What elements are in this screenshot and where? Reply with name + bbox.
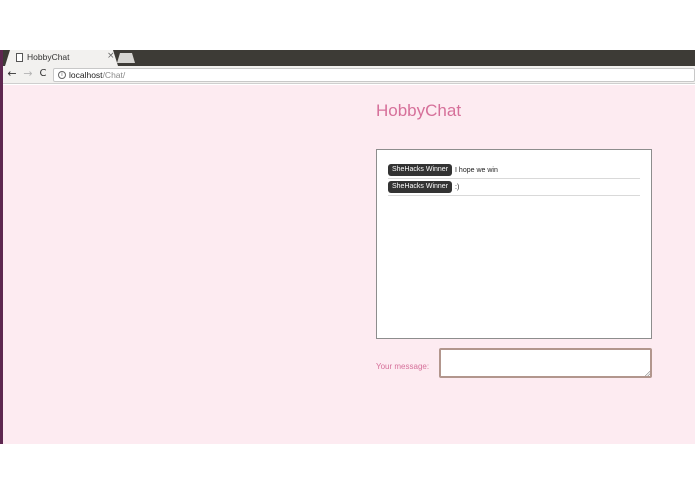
chat-log[interactable]: SheHacks Winner I hope we win SheHacks W… [376, 149, 652, 339]
url-text: localhost/Chat/ [69, 70, 125, 80]
url-path: /Chat/ [102, 70, 126, 80]
user-badge: SheHacks Winner [388, 181, 453, 193]
chat-message: SheHacks Winner :) [388, 179, 640, 196]
forward-arrow-icon[interactable]: → [22, 67, 34, 81]
tab-title: HobbyChat [27, 52, 70, 62]
url-host: localhost [69, 70, 103, 80]
message-input[interactable] [439, 348, 652, 378]
page-icon [16, 53, 23, 62]
reload-icon[interactable]: C [37, 67, 49, 81]
back-arrow-icon[interactable]: ← [6, 67, 18, 81]
info-icon[interactable]: i [58, 71, 66, 79]
browser-toolbar: ← → C i localhost/Chat/ [0, 66, 695, 84]
desktop-edge [0, 50, 3, 444]
close-icon[interactable]: × [107, 51, 115, 61]
new-tab-button[interactable] [117, 53, 135, 63]
message-text: I hope we win [455, 166, 498, 174]
tab-strip: HobbyChat × [0, 50, 695, 66]
page-title: HobbyChat [376, 101, 462, 120]
address-bar[interactable]: i localhost/Chat/ [53, 68, 695, 82]
chat-message: SheHacks Winner I hope we win [388, 162, 640, 179]
browser-tab[interactable]: HobbyChat × [5, 50, 118, 66]
message-text: :) [455, 183, 460, 191]
user-badge: SheHacks Winner [388, 164, 453, 176]
resize-grip-icon[interactable] [645, 371, 650, 376]
message-label: Your message: [376, 362, 430, 371]
